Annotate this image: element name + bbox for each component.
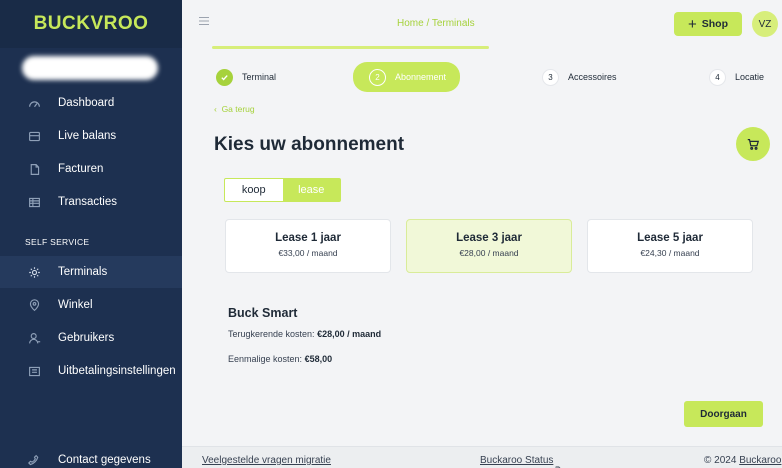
gauge-icon <box>25 94 43 112</box>
list-icon <box>25 193 43 211</box>
avatar[interactable]: VZ <box>752 11 778 37</box>
step-number: 2 <box>369 68 386 86</box>
faq-migration-link[interactable]: Veelgestelde vragen migratie <box>202 455 331 466</box>
recurring-costs-value: €28,00 / maand <box>317 329 382 339</box>
sidebar-item-live-balans[interactable]: Live balans <box>0 120 182 152</box>
sidebar-item-label: Contact gegevens <box>58 454 151 466</box>
recurring-costs: Terugkerende kosten: €28,00 / maand <box>228 329 381 339</box>
card-icon <box>25 127 43 145</box>
page-title: Kies uw abonnement <box>214 134 405 155</box>
plan-price: €33,00 / maand <box>278 248 338 258</box>
recurring-costs-label: Terugkerende kosten: <box>228 329 315 339</box>
shop-button-label: Shop <box>701 18 728 30</box>
onetime-costs: Eenmalige kosten: €58,00 <box>228 354 332 364</box>
product-name: Buck Smart <box>228 306 298 320</box>
settings-icon <box>25 362 43 380</box>
step-abonnement[interactable]: 2 Abonnement <box>353 62 461 92</box>
shop-button[interactable]: + Shop <box>674 12 742 36</box>
sidebar-item-label: Uitbetalingsinstellingen <box>58 365 176 377</box>
sidebar-item-uitbetalingsinstellingen[interactable]: Uitbetalingsinstellingen <box>0 355 182 387</box>
step-accessoires[interactable]: 3 Accessoires <box>542 63 617 91</box>
gear-icon <box>25 263 43 281</box>
step-label: Accessoires <box>568 72 617 82</box>
copyright: © 2024 Buckaroo <box>704 455 781 466</box>
plan-card-lease-5-jaar[interactable]: Lease 5 jaar €24,30 / maand <box>587 219 753 273</box>
onetime-costs-value: €58,00 <box>304 354 333 364</box>
sidebar-item-transacties[interactable]: Transacties <box>0 186 182 218</box>
sidebar-item-label: Facturen <box>58 163 104 175</box>
sidebar-item-label: Transacties <box>58 196 118 208</box>
plan-name: Lease 1 jaar <box>275 232 341 244</box>
account-selector[interactable] <box>22 56 158 80</box>
status-link-label: Buckaroo Status <box>480 455 554 466</box>
step-number: 4 <box>709 68 726 86</box>
sidebar-item-label: Terminals <box>58 266 108 278</box>
back-link[interactable]: ‹ Ga terug <box>214 104 255 114</box>
step-terminal[interactable]: Terminal <box>216 63 276 91</box>
toggle-option-lease[interactable]: lease <box>282 179 340 201</box>
section-label-self-service: SELF SERVICE <box>25 237 90 247</box>
step-locatie[interactable]: 4 Locatie <box>709 63 764 91</box>
user-icon <box>25 329 43 347</box>
footer: Veelgestelde vragen migratie Buckaroo St… <box>182 446 782 468</box>
plan-name: Lease 5 jaar <box>637 232 703 244</box>
step-label: Terminal <box>242 72 277 82</box>
plan-card-lease-1-jaar[interactable]: Lease 1 jaar €33,00 / maand <box>225 219 391 273</box>
step-label: Locatie <box>735 72 765 82</box>
plan-price: €28,00 / maand <box>459 248 519 258</box>
status-link[interactable]: Buckaroo Status⧉ <box>480 455 560 468</box>
copyright-text: © 2024 <box>704 455 737 466</box>
onetime-costs-label: Eenmalige kosten: <box>228 354 303 364</box>
sidebar-item-contact-gegevens[interactable]: Contact gegevens <box>0 444 182 468</box>
sidebar-item-label: Winkel <box>58 299 93 311</box>
sidebar: BUCKVROO Dashboard Live balans Facturen … <box>0 0 182 468</box>
sidebar-item-terminals[interactable]: Terminals <box>0 256 182 288</box>
cart-button[interactable] <box>736 127 770 161</box>
sidebar-item-label: Dashboard <box>58 97 115 109</box>
step-label: Abonnement <box>395 72 447 82</box>
chevron-left-icon: ‹ <box>214 104 222 114</box>
step-number: 3 <box>542 68 559 86</box>
plan-card-lease-3-jaar[interactable]: Lease 3 jaar €28,00 / maand <box>406 219 572 273</box>
buy-lease-toggle[interactable]: koop lease <box>224 178 341 202</box>
plan-price: €24,30 / maand <box>640 248 700 258</box>
continue-button[interactable]: Doorgaan <box>684 401 763 427</box>
sidebar-item-gebruikers[interactable]: Gebruikers <box>0 322 182 354</box>
buckaroo-link[interactable]: Buckaroo <box>739 455 781 466</box>
step-progress-bar <box>212 46 489 49</box>
breadcrumb[interactable]: Home / Terminals <box>397 18 475 29</box>
buckaroo-logo[interactable]: BUCKVROO <box>34 13 149 35</box>
hamburger-menu-icon[interactable] <box>199 16 209 26</box>
back-link-label: Ga terug <box>221 104 255 114</box>
document-icon <box>25 160 43 178</box>
check-icon <box>216 68 233 86</box>
location-icon <box>25 296 43 314</box>
logo-area: BUCKVROO <box>0 0 182 48</box>
plus-icon: + <box>687 15 697 33</box>
sidebar-item-dashboard[interactable]: Dashboard <box>0 87 182 119</box>
phone-icon <box>25 451 43 468</box>
sidebar-item-winkel[interactable]: Winkel <box>0 289 182 321</box>
sidebar-item-facturen[interactable]: Facturen <box>0 153 182 185</box>
top-header: Home / Terminals + Shop VZ <box>182 0 782 48</box>
cart-icon <box>747 139 760 150</box>
toggle-option-koop[interactable]: koop <box>225 179 283 201</box>
plan-name: Lease 3 jaar <box>456 232 522 244</box>
sidebar-item-label: Gebruikers <box>58 332 115 344</box>
sidebar-item-label: Live balans <box>58 130 117 142</box>
